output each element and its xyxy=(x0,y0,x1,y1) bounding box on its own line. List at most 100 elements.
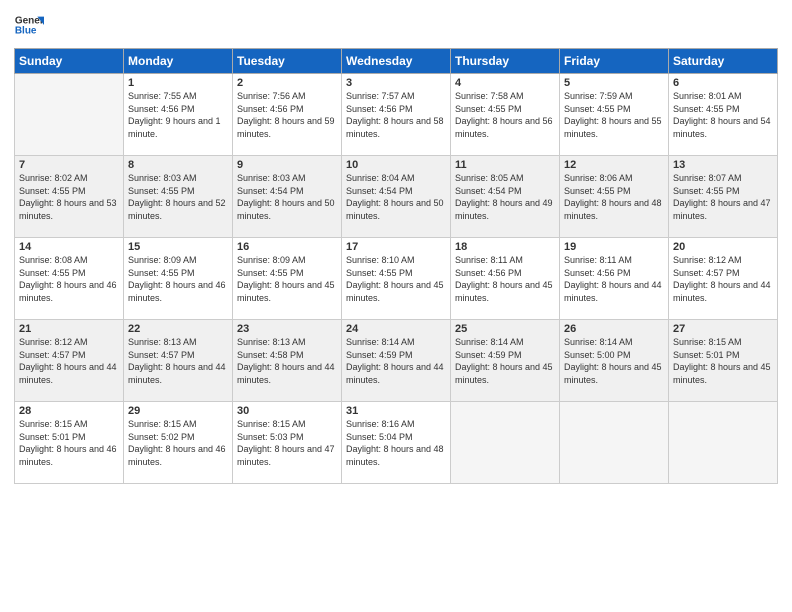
weekday-header-row: SundayMondayTuesdayWednesdayThursdayFrid… xyxy=(15,49,778,74)
day-cell xyxy=(560,402,669,484)
day-info: Sunrise: 8:16 AMSunset: 5:04 PMDaylight:… xyxy=(346,418,446,468)
day-cell: 4Sunrise: 7:58 AMSunset: 4:55 PMDaylight… xyxy=(451,74,560,156)
day-cell: 20Sunrise: 8:12 AMSunset: 4:57 PMDayligh… xyxy=(669,238,778,320)
day-cell: 6Sunrise: 8:01 AMSunset: 4:55 PMDaylight… xyxy=(669,74,778,156)
day-cell: 25Sunrise: 8:14 AMSunset: 4:59 PMDayligh… xyxy=(451,320,560,402)
day-number: 12 xyxy=(564,159,664,171)
day-number: 15 xyxy=(128,241,228,253)
day-info: Sunrise: 7:58 AMSunset: 4:55 PMDaylight:… xyxy=(455,90,555,140)
day-number: 28 xyxy=(19,405,119,417)
day-cell: 9Sunrise: 8:03 AMSunset: 4:54 PMDaylight… xyxy=(233,156,342,238)
day-info: Sunrise: 8:12 AMSunset: 4:57 PMDaylight:… xyxy=(19,336,119,386)
day-number: 14 xyxy=(19,241,119,253)
day-number: 20 xyxy=(673,241,773,253)
day-cell: 1Sunrise: 7:55 AMSunset: 4:56 PMDaylight… xyxy=(124,74,233,156)
day-number: 11 xyxy=(455,159,555,171)
day-number: 9 xyxy=(237,159,337,171)
day-number: 24 xyxy=(346,323,446,335)
day-number: 23 xyxy=(237,323,337,335)
day-number: 27 xyxy=(673,323,773,335)
day-cell: 2Sunrise: 7:56 AMSunset: 4:56 PMDaylight… xyxy=(233,74,342,156)
week-row-5: 28Sunrise: 8:15 AMSunset: 5:01 PMDayligh… xyxy=(15,402,778,484)
header: General Blue xyxy=(14,10,778,40)
weekday-thursday: Thursday xyxy=(451,49,560,74)
day-number: 22 xyxy=(128,323,228,335)
day-info: Sunrise: 7:56 AMSunset: 4:56 PMDaylight:… xyxy=(237,90,337,140)
day-cell: 15Sunrise: 8:09 AMSunset: 4:55 PMDayligh… xyxy=(124,238,233,320)
day-info: Sunrise: 8:02 AMSunset: 4:55 PMDaylight:… xyxy=(19,172,119,222)
day-info: Sunrise: 8:12 AMSunset: 4:57 PMDaylight:… xyxy=(673,254,773,304)
day-info: Sunrise: 8:01 AMSunset: 4:55 PMDaylight:… xyxy=(673,90,773,140)
day-cell: 26Sunrise: 8:14 AMSunset: 5:00 PMDayligh… xyxy=(560,320,669,402)
day-number: 25 xyxy=(455,323,555,335)
day-cell: 28Sunrise: 8:15 AMSunset: 5:01 PMDayligh… xyxy=(15,402,124,484)
day-info: Sunrise: 8:11 AMSunset: 4:56 PMDaylight:… xyxy=(455,254,555,304)
weekday-tuesday: Tuesday xyxy=(233,49,342,74)
day-number: 21 xyxy=(19,323,119,335)
day-cell: 14Sunrise: 8:08 AMSunset: 4:55 PMDayligh… xyxy=(15,238,124,320)
day-number: 18 xyxy=(455,241,555,253)
day-number: 4 xyxy=(455,77,555,89)
day-info: Sunrise: 8:05 AMSunset: 4:54 PMDaylight:… xyxy=(455,172,555,222)
day-info: Sunrise: 8:15 AMSunset: 5:03 PMDaylight:… xyxy=(237,418,337,468)
day-cell: 10Sunrise: 8:04 AMSunset: 4:54 PMDayligh… xyxy=(342,156,451,238)
logo-icon: General Blue xyxy=(14,10,44,40)
day-number: 6 xyxy=(673,77,773,89)
day-number: 29 xyxy=(128,405,228,417)
day-cell: 17Sunrise: 8:10 AMSunset: 4:55 PMDayligh… xyxy=(342,238,451,320)
day-cell: 16Sunrise: 8:09 AMSunset: 4:55 PMDayligh… xyxy=(233,238,342,320)
day-number: 19 xyxy=(564,241,664,253)
day-number: 16 xyxy=(237,241,337,253)
day-info: Sunrise: 8:14 AMSunset: 4:59 PMDaylight:… xyxy=(455,336,555,386)
week-row-3: 14Sunrise: 8:08 AMSunset: 4:55 PMDayligh… xyxy=(15,238,778,320)
week-row-1: 1Sunrise: 7:55 AMSunset: 4:56 PMDaylight… xyxy=(15,74,778,156)
day-info: Sunrise: 8:13 AMSunset: 4:57 PMDaylight:… xyxy=(128,336,228,386)
day-number: 31 xyxy=(346,405,446,417)
day-cell xyxy=(451,402,560,484)
day-info: Sunrise: 8:15 AMSunset: 5:01 PMDaylight:… xyxy=(19,418,119,468)
calendar-container: General Blue SundayMondayTuesdayWednesda… xyxy=(0,0,792,612)
day-cell: 23Sunrise: 8:13 AMSunset: 4:58 PMDayligh… xyxy=(233,320,342,402)
day-info: Sunrise: 8:04 AMSunset: 4:54 PMDaylight:… xyxy=(346,172,446,222)
day-number: 10 xyxy=(346,159,446,171)
day-info: Sunrise: 8:09 AMSunset: 4:55 PMDaylight:… xyxy=(237,254,337,304)
day-number: 1 xyxy=(128,77,228,89)
weekday-monday: Monday xyxy=(124,49,233,74)
day-cell: 13Sunrise: 8:07 AMSunset: 4:55 PMDayligh… xyxy=(669,156,778,238)
day-number: 8 xyxy=(128,159,228,171)
day-info: Sunrise: 8:10 AMSunset: 4:55 PMDaylight:… xyxy=(346,254,446,304)
day-cell: 7Sunrise: 8:02 AMSunset: 4:55 PMDaylight… xyxy=(15,156,124,238)
day-info: Sunrise: 8:03 AMSunset: 4:55 PMDaylight:… xyxy=(128,172,228,222)
weekday-saturday: Saturday xyxy=(669,49,778,74)
day-cell: 8Sunrise: 8:03 AMSunset: 4:55 PMDaylight… xyxy=(124,156,233,238)
week-row-2: 7Sunrise: 8:02 AMSunset: 4:55 PMDaylight… xyxy=(15,156,778,238)
day-number: 3 xyxy=(346,77,446,89)
day-cell: 11Sunrise: 8:05 AMSunset: 4:54 PMDayligh… xyxy=(451,156,560,238)
day-cell: 18Sunrise: 8:11 AMSunset: 4:56 PMDayligh… xyxy=(451,238,560,320)
day-info: Sunrise: 8:13 AMSunset: 4:58 PMDaylight:… xyxy=(237,336,337,386)
day-cell: 27Sunrise: 8:15 AMSunset: 5:01 PMDayligh… xyxy=(669,320,778,402)
day-info: Sunrise: 8:06 AMSunset: 4:55 PMDaylight:… xyxy=(564,172,664,222)
day-number: 13 xyxy=(673,159,773,171)
day-info: Sunrise: 7:55 AMSunset: 4:56 PMDaylight:… xyxy=(128,90,228,140)
weekday-wednesday: Wednesday xyxy=(342,49,451,74)
day-info: Sunrise: 8:03 AMSunset: 4:54 PMDaylight:… xyxy=(237,172,337,222)
day-info: Sunrise: 8:14 AMSunset: 5:00 PMDaylight:… xyxy=(564,336,664,386)
day-cell: 12Sunrise: 8:06 AMSunset: 4:55 PMDayligh… xyxy=(560,156,669,238)
day-cell: 19Sunrise: 8:11 AMSunset: 4:56 PMDayligh… xyxy=(560,238,669,320)
day-cell: 29Sunrise: 8:15 AMSunset: 5:02 PMDayligh… xyxy=(124,402,233,484)
day-cell: 30Sunrise: 8:15 AMSunset: 5:03 PMDayligh… xyxy=(233,402,342,484)
svg-text:Blue: Blue xyxy=(15,25,37,36)
week-row-4: 21Sunrise: 8:12 AMSunset: 4:57 PMDayligh… xyxy=(15,320,778,402)
day-number: 17 xyxy=(346,241,446,253)
day-cell xyxy=(15,74,124,156)
day-cell: 31Sunrise: 8:16 AMSunset: 5:04 PMDayligh… xyxy=(342,402,451,484)
day-info: Sunrise: 8:08 AMSunset: 4:55 PMDaylight:… xyxy=(19,254,119,304)
logo: General Blue xyxy=(14,10,44,40)
day-number: 2 xyxy=(237,77,337,89)
day-info: Sunrise: 8:15 AMSunset: 5:02 PMDaylight:… xyxy=(128,418,228,468)
weekday-friday: Friday xyxy=(560,49,669,74)
day-info: Sunrise: 8:15 AMSunset: 5:01 PMDaylight:… xyxy=(673,336,773,386)
day-cell: 22Sunrise: 8:13 AMSunset: 4:57 PMDayligh… xyxy=(124,320,233,402)
day-cell xyxy=(669,402,778,484)
